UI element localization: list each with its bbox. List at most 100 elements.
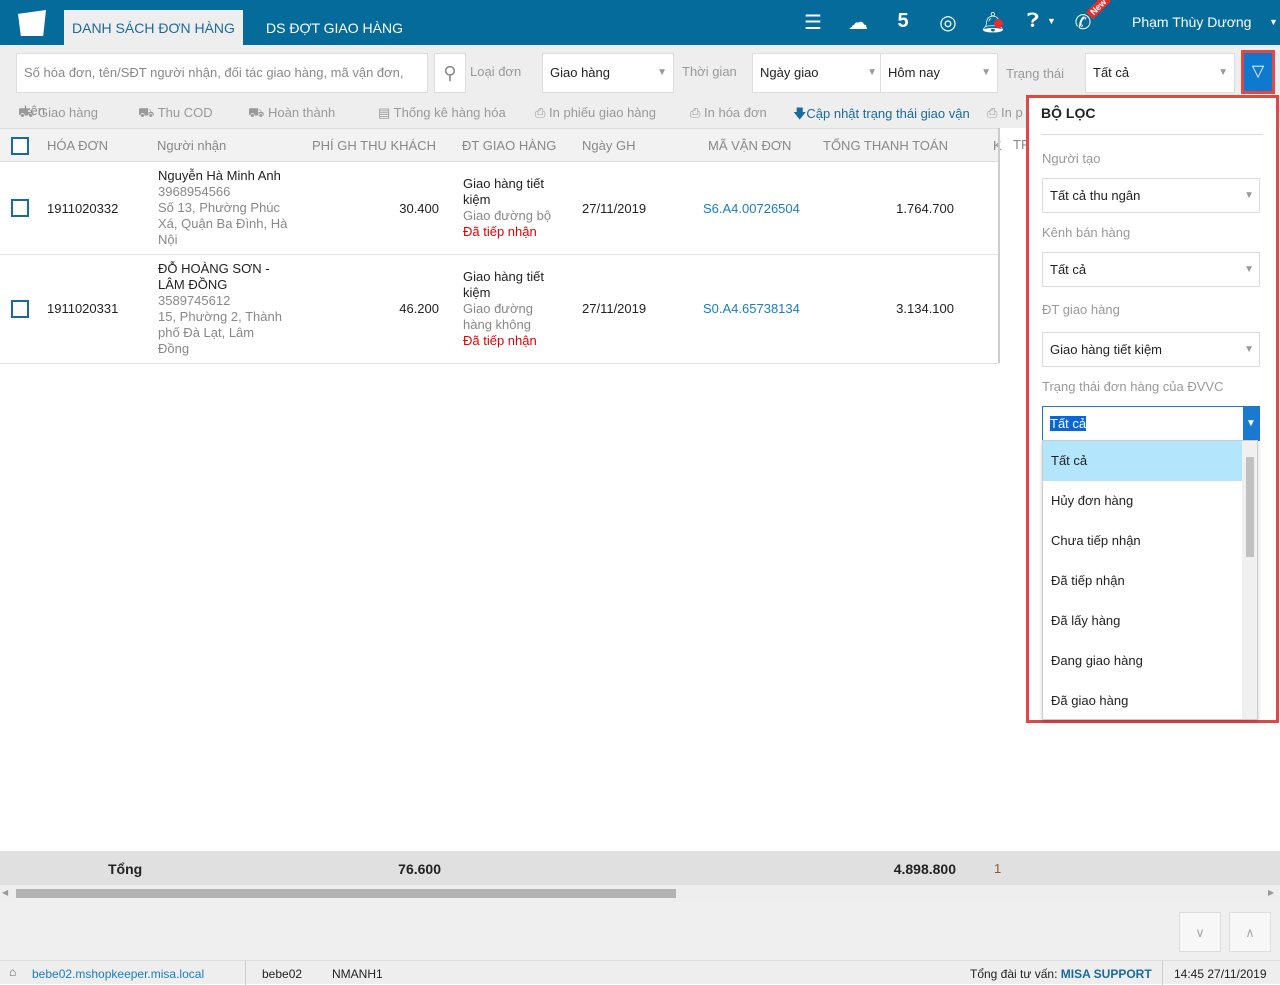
help-chevron-icon[interactable]: ▼ [1047,16,1056,26]
totals-extra: 1 [994,861,1002,876]
search-button[interactable]: ⚲ [434,53,466,93]
channel-select[interactable]: Tất cả ▼ [1042,252,1260,287]
col-total[interactable]: TỔNG THANH TOÁN [823,138,948,153]
order-type-select[interactable]: Giao hàng ▼ [542,53,674,93]
truck-icon: ⛟ [18,105,38,120]
option-received[interactable]: Đã tiếp nhận [1043,561,1242,601]
user-name[interactable]: Phạm Thùy Dương [1132,14,1251,30]
row-checkbox[interactable] [11,300,29,318]
chevron-up-icon: ∧ [1245,925,1255,940]
shop-code: bebe02 [262,967,303,981]
top-bar: DANH SÁCH ĐƠN HÀNG DS ĐỢT GIAO HÀNG ☰ ☁ … [0,0,1280,45]
tab-delivery-batches[interactable]: DS ĐỢT GIAO HÀNG [258,10,411,45]
status-value: Tất cả [1093,65,1130,80]
help-icon[interactable]: ❓︎ [1020,10,1046,33]
time-field-value: Ngày giao [760,65,819,80]
order-type-value: Giao hàng [550,65,610,80]
delivery-partner: Giao hàng tiết kiệm Giao đường hàng không… [463,269,544,348]
table-row[interactable]: 1911020332 Nguyễn Hà Minh Anh 3968954566 S… [0,162,998,255]
table-row[interactable]: 1911020331 ĐỖ HOÀNG SƠN - LÂM ĐỒNG 358974… [0,255,998,364]
filter-button[interactable]: ▽ [1241,50,1275,94]
table-header: HÓA ĐƠN Người nhận PHÍ GH THU KHÁCH ĐT G… [0,128,1002,162]
action-print-more[interactable]: ⎙ In p [987,105,1023,121]
scroll-left-icon[interactable]: ◀ [2,888,8,897]
time-label: Thời gian [682,64,737,79]
invoice-number: 1911020331 [47,301,119,316]
scroll-right-icon[interactable]: ▶ [1268,888,1274,897]
partner-label: ĐT giao hàng [1042,302,1120,317]
scroll-down-button[interactable]: ∨ [1179,912,1221,952]
chevron-down-icon: ▼ [657,67,667,78]
chevron-down-icon[interactable]: ▼ [1243,407,1259,440]
channel-label: Kênh bán hàng [1042,225,1131,240]
action-print-delivery-slip[interactable]: ⎙ In phiếu giao hàng [535,105,656,121]
action-complete[interactable]: ⛟ Hoàn thành [248,105,335,123]
user-chevron-icon[interactable]: ▼ [1269,17,1278,27]
list-icon: ▤ [378,105,394,120]
printer-icon: ⎙ [987,105,1002,120]
select-all-checkbox[interactable] [11,137,29,155]
status-select[interactable]: Tất cả ▼ [1085,53,1235,93]
delivery-partner: Giao hàng tiết kiệm Giao đường bộ Đã tiếp … [463,176,552,239]
option-delivered[interactable]: Đã giao hàng [1043,681,1242,721]
col-recipient[interactable]: Người nhận [157,138,226,153]
option-cancelled[interactable]: Hủy đơn hàng [1043,481,1242,521]
chevron-down-icon: ∨ [1195,925,1205,940]
row-checkbox[interactable] [11,199,29,217]
tab-order-list[interactable]: DANH SÁCH ĐƠN HÀNG [64,10,243,45]
chevron-down-icon: ▼ [981,67,991,78]
tracking-link[interactable]: S6.A4.00726504 [703,201,800,217]
time-field-select[interactable]: Ngày giao ▼ [752,53,884,93]
action-collect-cod[interactable]: ⛟ Thu COD [138,105,213,123]
home-icon[interactable]: ⌂ [9,965,16,979]
total-payment: 1.764.700 [896,201,954,216]
action-print-invoice[interactable]: ⎙ In hóa đơn [690,105,767,121]
option-picked-up[interactable]: Đã lấy hàng [1043,601,1242,641]
divider [1041,134,1263,135]
col-delivery-date[interactable]: Ngày GH [582,138,635,153]
totals-label: Tổng [108,861,143,877]
scroll-up-button[interactable]: ∧ [1229,912,1271,952]
swirl-icon[interactable]: ◎ [935,10,961,35]
creator-select[interactable]: Tất cả thu ngân ▼ [1042,178,1260,213]
action-deliver[interactable]: ⛟ Giao hàng [18,105,98,123]
notification-dot [994,19,1003,28]
app-logo-icon[interactable] [18,10,46,36]
menu-icon[interactable]: ☰ [800,10,826,35]
carrier-status-select[interactable]: Tất cả ▼ [1042,406,1260,441]
divider [1162,961,1163,985]
chevron-down-icon: ▼ [1244,190,1254,201]
scrollbar-thumb[interactable] [16,889,676,898]
datetime: 14:45 27/11/2019 [1174,967,1267,981]
search-input[interactable]: Số hóa đơn, tên/SĐT người nhận, đối tác … [16,53,428,118]
support-info: Tổng đài tư vấn: MISA SUPPORT [970,967,1152,981]
status-bar: ⌂ bebe02.mshopkeeper.misa.local bebe02 N… [0,960,1280,985]
s-app-icon[interactable]: 5 [890,10,916,33]
printer-icon: ⎙ [535,105,550,120]
partner-select[interactable]: Giao hàng tiết kiệm ▼ [1042,332,1260,367]
action-update-shipping-status[interactable]: 🡇Cập nhật trạng thái giao vận [793,105,970,127]
filter-icon: ▽ [1251,63,1265,80]
recipient: ĐỖ HOÀNG SƠN - LÂM ĐỒNG 3589745612 15, Phư… [158,261,282,356]
shipping-fee: 46.200 [399,301,439,316]
tracking-link[interactable]: S0.A4.65738134 [703,301,800,317]
horizontal-scrollbar[interactable]: ◀ ▶ [0,885,1280,902]
col-delivery-partner[interactable]: ĐT GIAO HÀNG [462,138,556,153]
totals-payment: 4.898.800 [893,861,956,877]
totals-fee: 76.600 [398,861,441,877]
misa-support-link[interactable]: MISA SUPPORT [1061,967,1152,981]
scrollbar-thumb[interactable] [1246,457,1254,557]
status-label: Trạng thái [1006,66,1065,81]
col-invoice[interactable]: HÓA ĐƠN [47,138,108,153]
order-type-label: Loại đơn [470,64,522,79]
option-all[interactable]: Tất cả [1043,441,1242,481]
action-goods-stats[interactable]: ▤ Thống kê hàng hóa [378,105,506,121]
option-delivering[interactable]: Đang giao hàng [1043,641,1242,681]
dropdown-scrollbar[interactable] [1242,441,1257,719]
col-tracking[interactable]: MÃ VẬN ĐƠN [708,138,791,153]
col-shipping-fee[interactable]: PHÍ GH THU KHÁCH [312,138,436,153]
time-range-select[interactable]: Hôm nay ▼ [880,53,998,93]
cloud-sync-icon[interactable]: ☁ [845,10,871,35]
option-not-received[interactable]: Chưa tiếp nhận [1043,521,1242,561]
domain-link[interactable]: bebe02.mshopkeeper.misa.local [32,967,204,981]
